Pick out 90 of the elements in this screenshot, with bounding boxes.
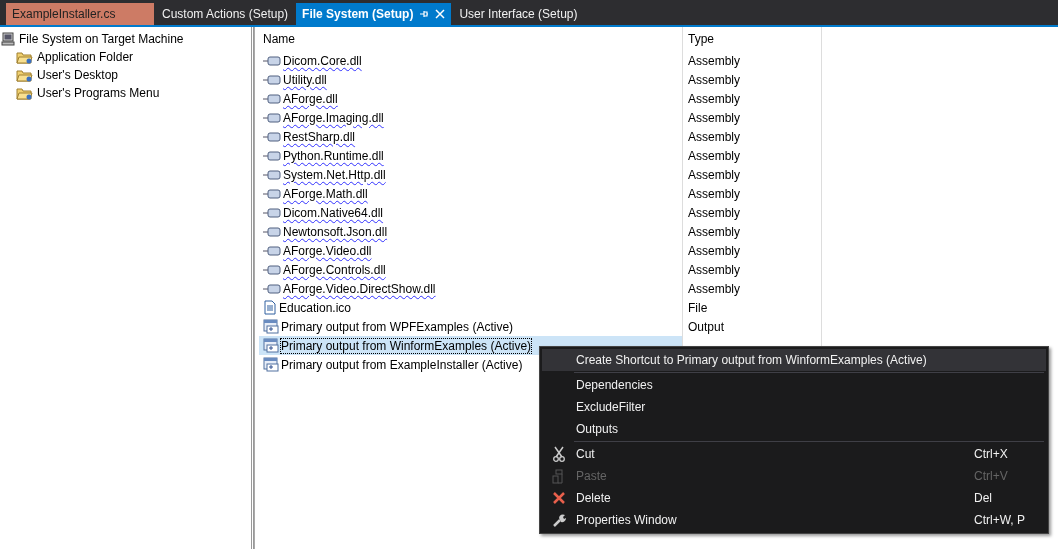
menu-item[interactable]: Delete Del xyxy=(542,487,1046,509)
assembly-icon xyxy=(263,111,281,124)
delete-icon xyxy=(552,491,566,505)
tree-item[interactable]: User's Programs Menu xyxy=(0,84,251,102)
folder-icon xyxy=(16,50,33,64)
assembly-icon xyxy=(263,187,281,200)
file-name: RestSharp.dll xyxy=(283,129,356,144)
file-name-cell[interactable]: RestSharp.dll xyxy=(259,127,683,146)
assembly-icon xyxy=(263,168,281,181)
document-tab[interactable]: Custom Actions (Setup) xyxy=(156,3,295,25)
file-name: AForge.dll xyxy=(283,91,338,106)
document-tab[interactable]: ExampleInstaller.cs xyxy=(6,3,154,25)
type-cell: Assembly xyxy=(683,108,822,127)
file-name-cell[interactable]: AForge.Imaging.dll xyxy=(259,108,683,127)
assembly-icon xyxy=(263,282,281,295)
tree-item[interactable]: File System on Target Machine xyxy=(0,30,251,48)
wrench-icon xyxy=(552,513,566,527)
file-name-cell[interactable]: Education.ico xyxy=(259,298,683,317)
folder-icon xyxy=(16,86,33,100)
column-header[interactable]: Name xyxy=(259,27,683,51)
file-name-cell[interactable]: AForge.Video.DirectShow.dll xyxy=(259,279,683,298)
document-tab[interactable]: File System (Setup) xyxy=(296,3,452,25)
file-name: AForge.Video.DirectShow.dll xyxy=(283,281,436,296)
file-name: AForge.Imaging.dll xyxy=(283,110,384,125)
menu-item[interactable]: Dependencies xyxy=(542,374,1046,396)
file-name: Dicom.Core.dll xyxy=(283,53,362,68)
file-name: Python.Runtime.dll xyxy=(283,148,384,163)
type-cell: Assembly xyxy=(683,203,822,222)
file-name-cell[interactable]: System.Net.Http.dll xyxy=(259,165,683,184)
type-cell: Assembly xyxy=(683,51,822,70)
type-cell: File xyxy=(683,298,822,317)
file-name: AForge.Controls.dll xyxy=(283,262,386,277)
file-name-cell[interactable]: Python.Runtime.dll xyxy=(259,146,683,165)
file-name-cell[interactable]: AForge.Video.dll xyxy=(259,241,683,260)
folder-icon xyxy=(16,68,33,82)
file-name-cell[interactable]: Dicom.Native64.dll xyxy=(259,203,683,222)
column-header[interactable]: Type xyxy=(683,27,822,51)
output-icon xyxy=(263,338,279,353)
file-name: Education.ico xyxy=(279,300,352,315)
type-cell: Assembly xyxy=(683,222,822,241)
assembly-icon xyxy=(263,225,281,238)
clipboard-icon xyxy=(552,468,566,484)
type-cell: Assembly xyxy=(683,241,822,260)
file-name: AForge.Video.dll xyxy=(283,243,372,258)
menu-item[interactable]: Properties Window Ctrl+W, P xyxy=(542,509,1046,531)
type-cell: Assembly xyxy=(683,146,822,165)
file-name-cell[interactable]: AForge.Controls.dll xyxy=(259,260,683,279)
assembly-icon xyxy=(263,73,281,86)
file-name: AForge.Math.dll xyxy=(283,186,368,201)
output-icon xyxy=(263,357,279,372)
assembly-icon xyxy=(263,92,281,105)
file-name-cell[interactable]: AForge.dll xyxy=(259,89,683,108)
type-cell: Assembly xyxy=(683,260,822,279)
assembly-icon xyxy=(263,130,281,143)
menu-item[interactable]: Cut Ctrl+X xyxy=(542,443,1046,465)
type-cell: Output xyxy=(683,317,822,336)
document-tab[interactable]: User Interface (Setup) xyxy=(453,3,584,25)
assembly-icon xyxy=(263,263,281,276)
menu-item[interactable]: ExcludeFilter xyxy=(542,396,1046,418)
file-name-cell[interactable]: Newtonsoft.Json.dll xyxy=(259,222,683,241)
output-icon xyxy=(263,319,279,334)
file-name-cell[interactable]: AForge.Math.dll xyxy=(259,184,683,203)
type-cell: Assembly xyxy=(683,279,822,298)
close-icon[interactable] xyxy=(435,9,446,19)
menu-item[interactable]: Outputs xyxy=(542,418,1046,440)
pin-icon[interactable] xyxy=(419,9,430,19)
type-cell: Assembly xyxy=(683,127,822,146)
type-cell: Assembly xyxy=(683,89,822,108)
type-cell: Assembly xyxy=(683,184,822,203)
type-cell: Assembly xyxy=(683,165,822,184)
assembly-icon xyxy=(263,54,281,67)
tree-item[interactable]: User's Desktop xyxy=(0,66,251,84)
scissors-icon xyxy=(552,446,566,462)
assembly-icon xyxy=(263,244,281,257)
computer-icon xyxy=(1,32,15,46)
file-name: Primary output from ExampleInstaller (Active) xyxy=(281,357,523,372)
type-cell: Assembly xyxy=(683,70,822,89)
assembly-icon xyxy=(263,149,281,162)
file-name: System.Net.Http.dll xyxy=(283,167,386,182)
file-name: Primary output from WinformExamples (Active) xyxy=(281,338,532,353)
document-icon xyxy=(263,300,277,315)
file-name: Newtonsoft.Json.dll xyxy=(283,224,388,239)
tree-item[interactable]: Application Folder xyxy=(0,48,251,66)
file-name: Utility.dll xyxy=(283,72,327,87)
assembly-icon xyxy=(263,206,281,219)
menu-item[interactable]: Create Shortcut to Primary output from WinformExamples (Active) xyxy=(542,349,1046,371)
file-name: Primary output from WPFExamples (Active) xyxy=(281,319,514,334)
file-name-cell[interactable]: Dicom.Core.dll xyxy=(259,51,683,70)
file-name: Dicom.Native64.dll xyxy=(283,205,384,220)
file-name-cell[interactable]: Utility.dll xyxy=(259,70,683,89)
